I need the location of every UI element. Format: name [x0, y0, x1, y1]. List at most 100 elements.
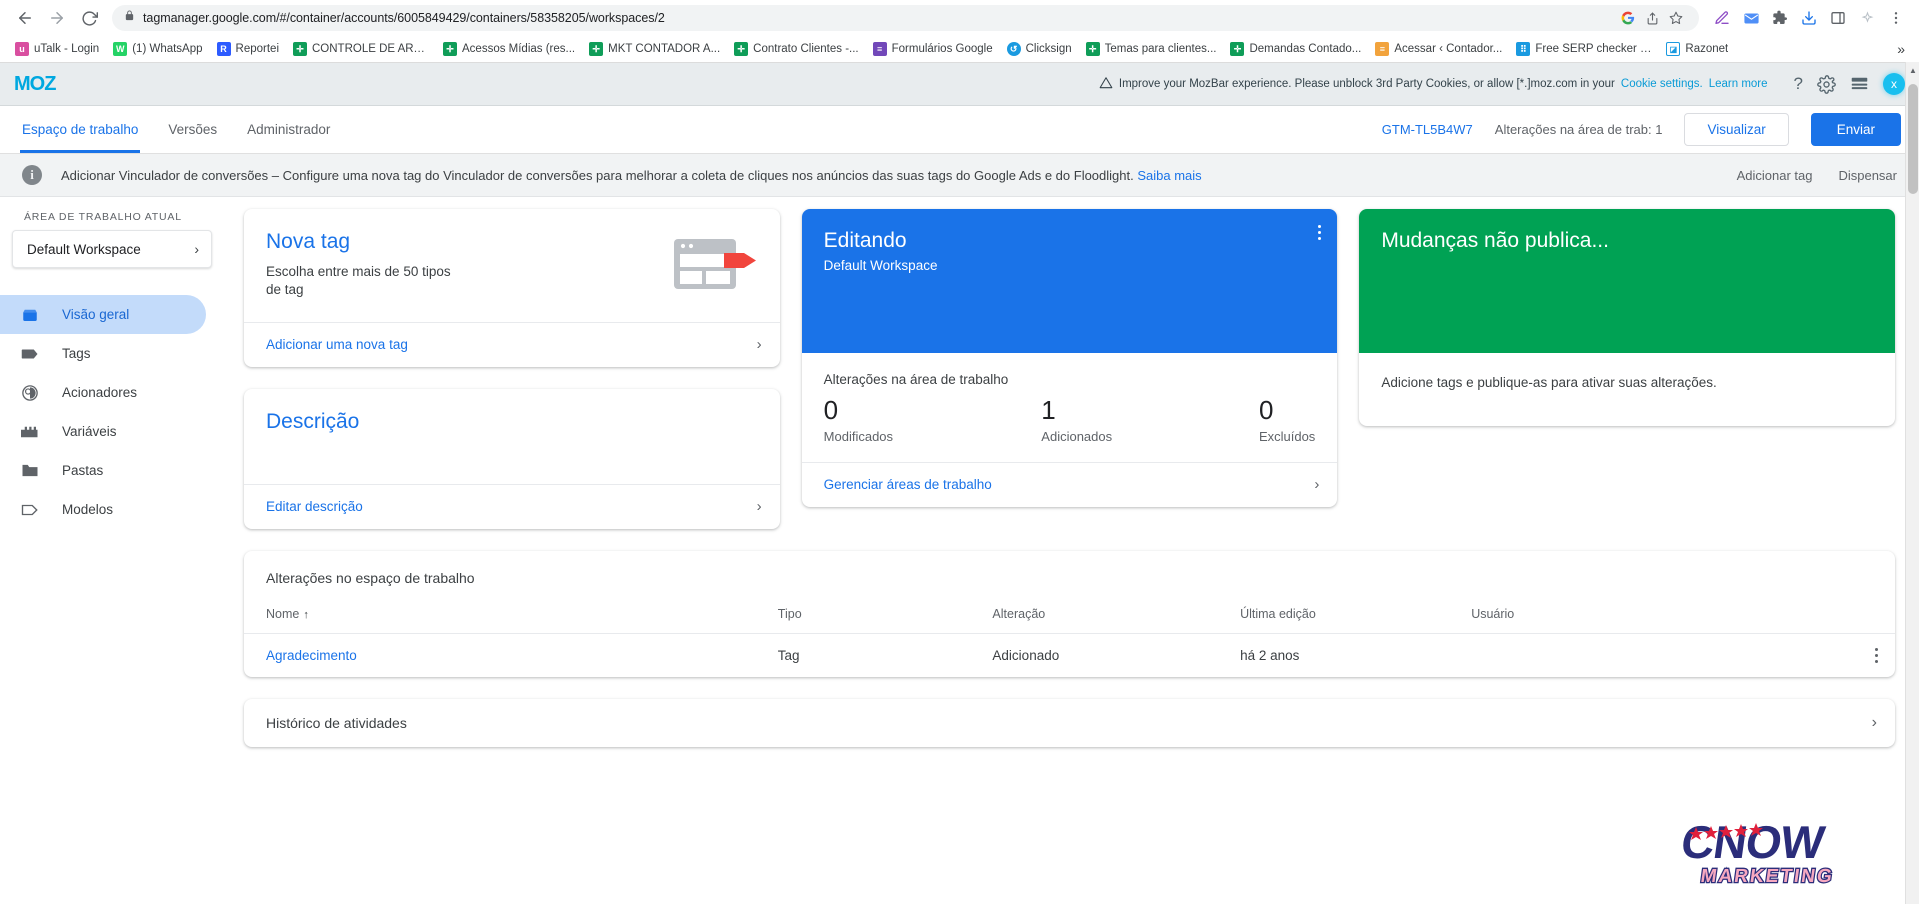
mail-icon[interactable]: [1738, 5, 1764, 31]
sidebar-item-label: Pastas: [62, 463, 104, 478]
new-tag-title: Nova tag: [266, 230, 351, 253]
bookmark-item[interactable]: ≡ Formulários Google: [866, 40, 1000, 58]
bookmark-star-icon[interactable]: [1665, 7, 1687, 29]
sidebar-item-pastas[interactable]: Pastas: [0, 451, 206, 490]
sidebar-item-visao-geral[interactable]: Visão geral: [0, 295, 206, 334]
sparkle-icon[interactable]: [1854, 5, 1880, 31]
mozbar-tools: ? x: [1794, 73, 1905, 95]
gtm-topbar: Espaço de trabalho Versões Administrador…: [0, 106, 1919, 154]
sidebar: ÁREA DE TRABALHO ATUAL Default Workspace…: [0, 197, 230, 904]
preview-button[interactable]: Visualizar: [1684, 113, 1789, 146]
extensions-icon[interactable]: [1767, 5, 1793, 31]
address-bar[interactable]: tagmanager.google.com/#/container/accoun…: [112, 5, 1699, 31]
editing-subtitle: Default Workspace: [823, 258, 938, 273]
stat-excluidos: 0 Excluídos: [1259, 396, 1315, 444]
menu-icon[interactable]: [1883, 5, 1909, 31]
bookmark-item[interactable]: u uTalk - Login: [8, 40, 106, 58]
bookmark-item[interactable]: ✛ Temas para clientes...: [1079, 40, 1224, 58]
pen-icon[interactable]: [1709, 5, 1735, 31]
bookmark-favicon: ⠿: [1516, 42, 1531, 56]
bookmark-favicon: ✛: [1230, 42, 1245, 56]
bookmarks-overflow-button[interactable]: »: [1891, 39, 1911, 59]
reload-icon[interactable]: [74, 3, 104, 33]
manage-workspaces-action[interactable]: Gerenciar áreas de trabalho ›: [801, 461, 1338, 507]
column-header-alteracao[interactable]: Alteração: [970, 598, 1219, 634]
bookmark-item[interactable]: ⠿ Free SERP checker -...: [1509, 40, 1659, 58]
mozbar-message: Improve your MozBar experience. Please u…: [1099, 76, 1768, 93]
edit-description-action[interactable]: Editar descrição ›: [244, 483, 780, 529]
share-icon[interactable]: [1641, 7, 1663, 29]
new-tag-card: Nova tag Escolha entre mais de 50 tipos …: [244, 209, 780, 367]
row-name[interactable]: Agradecimento: [244, 633, 756, 677]
google-g-icon[interactable]: [1617, 7, 1639, 29]
sidebar-item-modelos[interactable]: Modelos: [0, 490, 206, 529]
cards-column-left: Nova tag Escolha entre mais de 50 tipos …: [244, 209, 780, 529]
sidebar-item-label: Acionadores: [62, 385, 138, 400]
forward-arrow-icon[interactable]: [42, 3, 72, 33]
avatar[interactable]: x: [1883, 73, 1905, 95]
sidebar-item-label: Variáveis: [62, 424, 117, 439]
sidebar-item-tags[interactable]: Tags: [0, 334, 206, 373]
notice-dash: –: [271, 167, 280, 183]
tab-espaco-de-trabalho[interactable]: Espaço de trabalho: [19, 106, 141, 153]
template-icon: [20, 500, 40, 520]
bookmark-label: Clicksign: [1025, 43, 1072, 55]
bookmark-label: Contrato Clientes -...: [753, 43, 859, 55]
sidebar-item-variaveis[interactable]: Variáveis: [0, 412, 206, 451]
add-new-tag-action[interactable]: Adicionar uma nova tag ›: [244, 321, 780, 367]
notice-learn-more-link[interactable]: Saiba mais: [1137, 168, 1201, 183]
container-id[interactable]: GTM-TL5B4W7: [1382, 122, 1473, 137]
unpublished-changes-card: Mudanças não publica... Adicione tags e …: [1359, 209, 1895, 426]
tab-versoes[interactable]: Versões: [168, 106, 217, 153]
back-arrow-icon[interactable]: [10, 3, 40, 33]
notification-banner: i Adicionar Vinculador de conversões – C…: [0, 154, 1919, 197]
bookmark-favicon: ≡: [1375, 42, 1390, 56]
sidebar-section-label: ÁREA DE TRABALHO ATUAL: [24, 211, 182, 223]
layers-icon[interactable]: [1850, 77, 1869, 91]
bookmark-item[interactable]: ◪ Razonet: [1659, 40, 1735, 58]
new-tag-subtitle: Escolha entre mais de 50 tipos de tag: [266, 264, 451, 298]
more-options-icon[interactable]: [1867, 647, 1885, 663]
gear-icon[interactable]: [1817, 74, 1836, 94]
scroll-up-arrow-icon[interactable]: ▲: [1909, 66, 1917, 75]
column-header-ultima-edicao[interactable]: Última edição: [1218, 598, 1450, 634]
bookmark-item[interactable]: ✛ Demandas Contado...: [1223, 40, 1368, 58]
bookmark-item[interactable]: ↺ Clicksign: [1000, 40, 1079, 58]
bookmark-item[interactable]: ✛ MKT CONTADOR A...: [582, 40, 727, 58]
overview-icon: [20, 305, 40, 325]
bookmark-favicon: ↺: [1006, 42, 1021, 56]
help-icon[interactable]: ?: [1794, 74, 1803, 94]
bookmark-item[interactable]: ✛ Acessos Mídias (res...: [436, 40, 582, 58]
column-header-usuario[interactable]: Usuário: [1449, 598, 1845, 634]
learn-more-link[interactable]: Learn more: [1709, 78, 1768, 90]
bookmark-item[interactable]: ✛ CONTROLE DE ARTI...: [286, 40, 436, 58]
download-icon[interactable]: [1796, 5, 1822, 31]
workspace-selector[interactable]: Default Workspace ›: [12, 230, 212, 268]
cookie-settings-link[interactable]: Cookie settings.: [1621, 78, 1703, 90]
page-root: tagmanager.google.com/#/container/accoun…: [0, 0, 1919, 904]
bookmark-item[interactable]: R Reportei: [210, 40, 286, 58]
add-tag-action[interactable]: Adicionar tag: [1737, 168, 1813, 183]
bookmark-item[interactable]: ✛ Contrato Clientes -...: [727, 40, 865, 58]
workspace-changes-table-title: Alterações no espaço de trabalho: [266, 569, 475, 586]
more-options-icon[interactable]: [1318, 225, 1322, 240]
tab-administrador[interactable]: Administrador: [247, 106, 330, 153]
sidebar-item-acionadores[interactable]: Acionadores: [0, 373, 206, 412]
bookmark-item[interactable]: W (1) WhatsApp: [106, 40, 209, 58]
sidepanel-icon[interactable]: [1825, 5, 1851, 31]
notice-text: Adicionar Vinculador de conversões – Con…: [61, 168, 1202, 183]
editing-card-hero: Editando Default Workspace: [801, 209, 1338, 353]
activity-history-card[interactable]: Histórico de atividades ›: [244, 698, 1895, 747]
page-scrollbar[interactable]: ▲: [1905, 62, 1919, 904]
bookmark-item[interactable]: ≡ Acessar ‹ Contador...: [1368, 40, 1509, 58]
scrollbar-thumb[interactable]: [1908, 84, 1918, 194]
row-actions[interactable]: [1845, 633, 1895, 677]
dismiss-action[interactable]: Dispensar: [1838, 168, 1897, 183]
chevron-right-icon: ›: [194, 241, 199, 257]
column-header-tipo[interactable]: Tipo: [755, 598, 971, 634]
table-row[interactable]: Agradecimento Tag Adicionado há 2 anos: [244, 633, 1895, 677]
activity-history-title: Histórico de atividades: [266, 714, 407, 731]
column-header-nome[interactable]: Nome ↑: [244, 598, 756, 634]
description-card-body: Descrição: [244, 389, 780, 484]
submit-button[interactable]: Enviar: [1810, 113, 1901, 146]
